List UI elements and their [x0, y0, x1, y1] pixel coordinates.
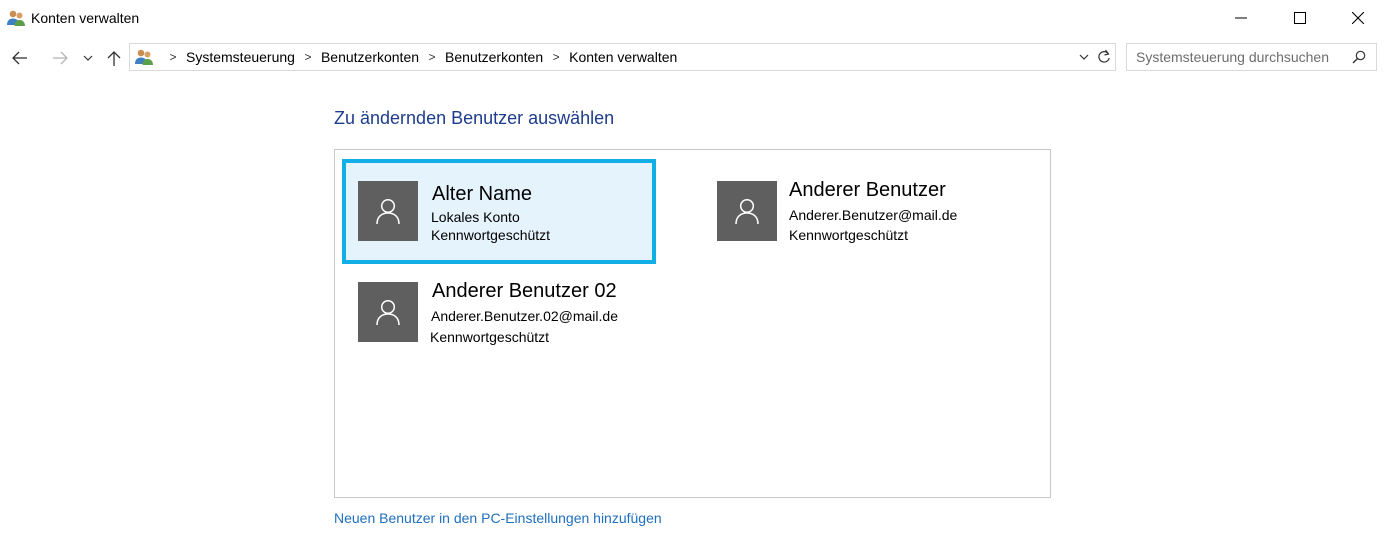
forward-button[interactable]: [48, 46, 72, 70]
user-name: Anderer Benutzer: [789, 179, 946, 201]
arrow-right-icon: [53, 51, 68, 65]
recent-locations-button[interactable]: [80, 46, 96, 70]
window: Konten verwalten > Systemsteuerung > Ben…: [0, 0, 1385, 541]
avatar: [358, 181, 418, 241]
refresh-icon: [1098, 49, 1110, 63]
close-icon: [1352, 12, 1364, 24]
page-heading: Zu ändernden Benutzer auswählen: [334, 108, 615, 128]
breadcrumb-separator-icon[interactable]: >: [160, 50, 186, 64]
breadcrumb-item[interactable]: Systemsteuerung: [186, 49, 295, 65]
arrow-up-icon: [107, 51, 121, 66]
close-button[interactable]: [1335, 0, 1381, 36]
user-tile-alter-name[interactable]: Alter Name Lokales Konto Kennwortgeschüt…: [342, 159, 656, 264]
minimize-icon: [1235, 17, 1247, 19]
maximize-icon: [1294, 12, 1306, 24]
search-box: [1126, 43, 1377, 71]
user-email: Anderer.Benutzer.02@mail.de: [431, 308, 618, 324]
user-icon: [735, 198, 759, 225]
chevron-down-icon: [83, 55, 93, 61]
refresh-button[interactable]: [1095, 48, 1113, 66]
breadcrumb: > Systemsteuerung > Benutzerkonten > Ben…: [160, 44, 677, 70]
user-password-status: Kennwortgeschützt: [789, 227, 909, 243]
user-email: Anderer.Benutzer@mail.de: [789, 207, 958, 223]
title-bar: Konten verwalten: [0, 0, 1385, 36]
avatar: [358, 282, 418, 342]
maximize-button[interactable]: [1277, 0, 1323, 36]
arrow-left-icon: [12, 51, 27, 65]
breadcrumb-item[interactable]: Benutzerkonten: [445, 49, 543, 65]
user-icon: [376, 198, 400, 225]
user-icon: [376, 299, 400, 326]
address-bar[interactable]: > Systemsteuerung > Benutzerkonten > Ben…: [129, 43, 1116, 71]
back-button[interactable]: [8, 46, 32, 70]
users-icon: [134, 48, 154, 66]
breadcrumb-separator-icon[interactable]: >: [543, 50, 569, 64]
breadcrumb-item[interactable]: Konten verwalten: [569, 49, 677, 65]
breadcrumb-separator-icon[interactable]: >: [419, 50, 445, 64]
add-new-user-link[interactable]: Neuen Benutzer in den PC-Einstellungen h…: [334, 510, 662, 526]
search-icon[interactable]: [1350, 48, 1368, 66]
minimize-button[interactable]: [1218, 0, 1264, 36]
users-icon: [6, 9, 26, 27]
window-title: Konten verwalten: [31, 10, 140, 26]
user-name: Anderer Benutzer 02: [432, 280, 617, 302]
user-list: Alter Name Lokales Konto Kennwortgeschüt…: [334, 149, 1051, 498]
breadcrumb-item[interactable]: Benutzerkonten: [321, 49, 419, 65]
user-password-status: Kennwortgeschützt: [430, 329, 550, 345]
user-tile-anderer-benutzer-02[interactable]: Anderer Benutzer 02 Anderer.Benutzer.02@…: [346, 268, 666, 358]
address-dropdown-button[interactable]: [1076, 49, 1092, 65]
chevron-down-icon: [1079, 54, 1089, 60]
search-input[interactable]: [1127, 44, 1342, 70]
user-password-status: Kennwortgeschützt: [431, 227, 551, 243]
avatar: [717, 181, 777, 241]
up-button[interactable]: [102, 46, 126, 70]
navigation-bar: > Systemsteuerung > Benutzerkonten > Ben…: [0, 40, 1385, 76]
breadcrumb-separator-icon[interactable]: >: [295, 50, 321, 64]
user-account-type: Lokales Konto: [431, 209, 520, 225]
user-tile-anderer-benutzer[interactable]: Anderer Benutzer Anderer.Benutzer@mail.d…: [705, 168, 1025, 258]
user-name: Alter Name: [432, 183, 533, 205]
